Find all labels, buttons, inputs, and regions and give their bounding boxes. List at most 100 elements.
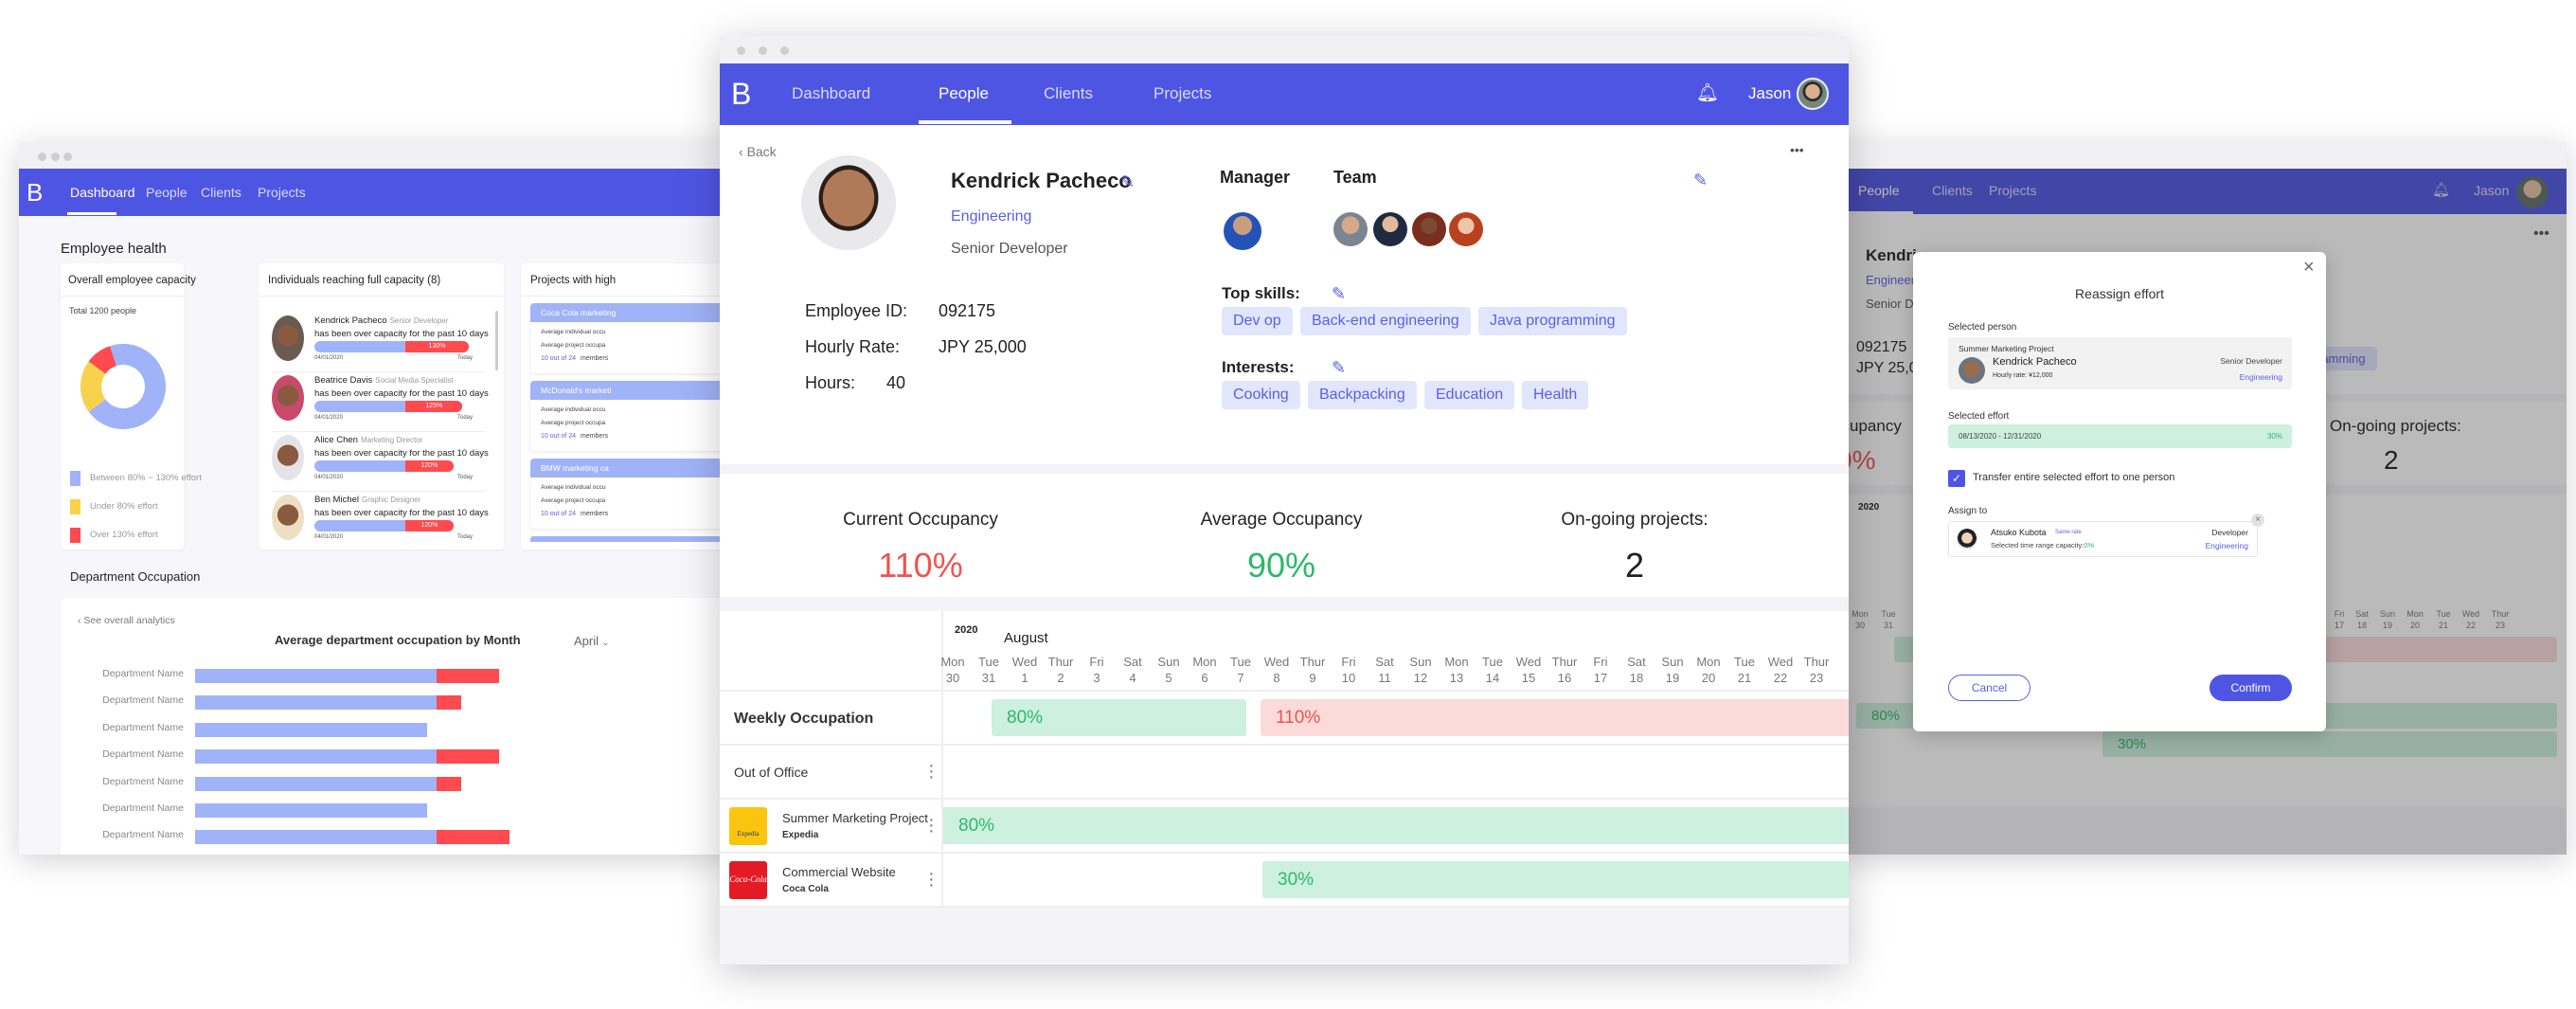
skill-chip[interactable]: Java programming <box>1478 307 1627 335</box>
interest-chip[interactable]: Education <box>1424 381 1515 409</box>
capacity-percent: 120% <box>405 460 454 472</box>
row-menu-icon[interactable]: · · · <box>928 756 935 786</box>
edit-skills-pencil-icon[interactable]: ✎ <box>1332 284 1346 304</box>
edit-name-pencil-icon[interactable]: ✎ <box>1120 172 1135 192</box>
profile-title: Senior Developer <box>951 241 1068 257</box>
user-name[interactable]: Jason <box>1748 84 1791 103</box>
close-icon[interactable]: × <box>2303 257 2315 279</box>
bar-normal[interactable] <box>195 830 437 845</box>
tab-projects[interactable]: Projects <box>258 185 306 200</box>
see-analytics-link[interactable]: ‹ See overall analytics <box>78 615 175 626</box>
member-count[interactable]: 10 out of 24 <box>541 355 576 362</box>
row-menu-icon[interactable]: · · · <box>928 810 935 840</box>
bar-normal[interactable] <box>195 803 427 818</box>
day-column-header: Tue 21 <box>1727 654 1762 686</box>
day-number: 8 <box>1273 671 1280 685</box>
bar-over[interactable] <box>437 749 500 765</box>
team-avatar[interactable] <box>1449 212 1483 246</box>
project-card[interactable]: Coca Cola marketing Average individual oc… <box>530 303 739 373</box>
bar-over[interactable] <box>437 695 461 711</box>
tab-projects[interactable]: Projects <box>1154 84 1211 103</box>
tab-clients[interactable]: Clients <box>1044 84 1093 103</box>
legend-label: Over 130% effort <box>90 530 158 541</box>
weekday: Sun <box>1409 655 1432 669</box>
day-column-header: Wed 22 <box>1763 654 1798 686</box>
row-menu-icon[interactable]: · · · <box>928 864 935 894</box>
team-label: Team <box>1333 168 1377 187</box>
user-avatar[interactable] <box>1797 78 1829 110</box>
day-column-header: Wed 15 <box>1512 654 1546 686</box>
capacity-message: has been over capacity for the past 10 d… <box>314 388 489 399</box>
logo-text: Expedia <box>737 830 760 838</box>
edit-interests-pencil-icon[interactable]: ✎ <box>1332 358 1346 378</box>
logo[interactable]: B <box>731 77 751 112</box>
bell-icon[interactable]: 🔔︎ <box>1696 81 1719 104</box>
edit-team-pencil-icon[interactable]: ✎ <box>1693 171 1708 190</box>
end-label: Today <box>457 534 474 540</box>
skill-chip[interactable]: Dev op <box>1222 307 1293 335</box>
list-item[interactable]: Alice Chen Marketing Director has been ove… <box>272 435 489 492</box>
team-avatar[interactable] <box>1333 212 1368 246</box>
transfer-checkbox[interactable]: ✓ <box>1948 470 1965 487</box>
weekly-bar[interactable]: 80% <box>992 699 1246 736</box>
interest-chip[interactable]: Health <box>1522 381 1589 409</box>
weekday: Fri <box>1341 655 1356 669</box>
stat-label: Average Occupancy <box>1200 510 1363 530</box>
start-date: 04/01/2020 <box>314 355 344 361</box>
bar-over[interactable] <box>437 776 461 791</box>
bar-over[interactable] <box>437 830 510 845</box>
weekday: Mon <box>940 655 965 669</box>
project-name[interactable]: Summer Marketing Project <box>782 811 928 825</box>
bar-normal[interactable] <box>195 749 437 765</box>
tab-people[interactable]: People <box>939 84 989 103</box>
more-options-icon[interactable]: ••• <box>1790 142 1804 157</box>
team-avatar[interactable] <box>1373 212 1407 246</box>
weekly-bar[interactable]: 110% <box>1261 699 1849 736</box>
bar-normal[interactable] <box>195 695 437 711</box>
bar-over[interactable] <box>437 669 500 683</box>
assignee-card[interactable]: Atsuko Kubota Same rate Selected time ra… <box>1948 521 2258 557</box>
bar-normal[interactable] <box>195 776 437 791</box>
tab-dashboard[interactable]: Dashboard <box>70 185 135 200</box>
project-card[interactable]: BMW marketing ca Average individual occu A… <box>530 459 739 529</box>
selected-effort-bar[interactable]: 08/13/2020 - 12/31/2020 30% <box>1948 424 2292 448</box>
tab-dashboard[interactable]: Dashboard <box>792 84 870 103</box>
selected-person-label: Selected person <box>1948 322 2017 333</box>
team-avatar[interactable] <box>1412 212 1446 246</box>
profile-department[interactable]: Engineering <box>951 208 1031 225</box>
month-select[interactable]: April ⌄ <box>574 634 609 648</box>
member-count[interactable]: 10 out of 24 <box>541 511 576 517</box>
back-link[interactable]: ‹ Back <box>739 144 777 159</box>
remove-assignee-icon[interactable]: × <box>2251 514 2264 527</box>
list-item[interactable]: Beatrice Davis Social Media Specialist has… <box>272 375 489 432</box>
scrollbar[interactable] <box>495 311 498 370</box>
bar-normal[interactable] <box>195 722 427 737</box>
legend-item: Under 80% effort <box>70 498 158 515</box>
list-item[interactable]: Kendrick Pacheco Senior Developer has been… <box>272 315 489 372</box>
interest-chip[interactable]: Cooking <box>1222 381 1300 409</box>
person-role: Senior Developer <box>389 316 449 325</box>
legend-swatch <box>70 527 80 543</box>
confirm-button[interactable]: Confirm <box>2209 675 2292 701</box>
project-card[interactable]: McDonald's marketi Average individual occ… <box>530 381 739 451</box>
person-avatar <box>272 495 304 540</box>
logo[interactable]: B <box>27 178 43 207</box>
member-count[interactable]: 10 out of 24 <box>541 433 576 440</box>
project-name[interactable]: Commercial Website <box>782 865 896 879</box>
day-number: 22 <box>1773 671 1788 685</box>
list-item[interactable]: Ben Michel Graphic Designer has been over … <box>272 495 489 551</box>
day-number: 23 <box>1809 671 1824 685</box>
weekly-occupation-row: Weekly Occupation 80% 110% <box>720 692 1849 746</box>
bar-normal[interactable] <box>195 669 437 683</box>
effort-bar[interactable]: 80% <box>943 807 1849 844</box>
tab-people[interactable]: People <box>146 185 188 200</box>
interest-chip[interactable]: Backpacking <box>1308 381 1417 409</box>
effort-bar[interactable]: 30% <box>1262 861 1849 898</box>
tab-clients[interactable]: Clients <box>201 185 242 200</box>
day-number: 31 <box>981 671 996 685</box>
day-number: 15 <box>1521 671 1536 685</box>
skill-chip[interactable]: Back-end engineering <box>1300 307 1471 335</box>
day-number: 13 <box>1449 671 1464 685</box>
manager-avatar[interactable] <box>1224 212 1261 250</box>
cancel-button[interactable]: Cancel <box>1948 675 2030 701</box>
